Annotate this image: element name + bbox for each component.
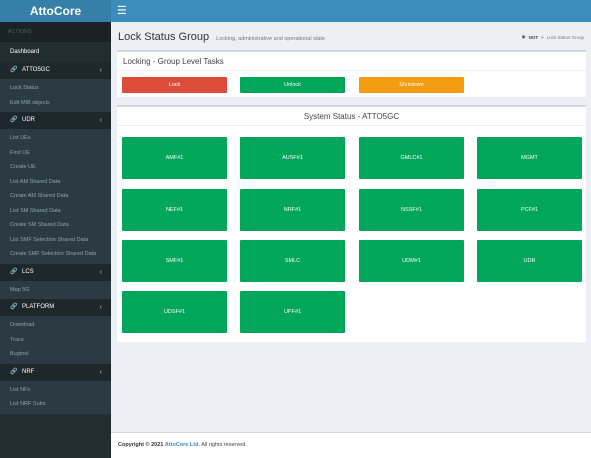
page-title: Lock Status Group Locking, administrativ… [118, 31, 325, 43]
breadcrumb-separator: > [541, 34, 544, 40]
status-tile[interactable]: NSSF#1 [359, 189, 464, 231]
footer-rights: All rights reserved. [201, 442, 247, 448]
sidebar-item-dashboard[interactable]: Dashboard [0, 42, 111, 62]
link-icon: 🔗 [10, 117, 18, 123]
sidebar-group-udr[interactable]: 🔗 UDR ‹ [0, 112, 111, 129]
sidebar-submenu-udr: List UEs Find UE Create UE List AM Share… [0, 129, 111, 264]
link-icon: 🔗 [10, 368, 18, 375]
footer: Copyright © 2021 AttoCore Ltd. All right… [111, 432, 591, 458]
sidebar-item-edit-mib-objects[interactable]: Edit MIB objects [0, 96, 111, 111]
sidebar-item-list-smf-selection-shared-data[interactable]: List SMF Selection Shared Data [0, 233, 111, 248]
sidebar-group-atto5gc[interactable]: 🔗 ATTO5GC ‹ [0, 62, 111, 79]
footer-company-link[interactable]: AttoCore Ltd. [165, 442, 200, 448]
status-tile[interactable]: AMF#1 [122, 137, 227, 179]
shutdown-button[interactable]: Shutdown [359, 77, 464, 93]
app-logo[interactable]: AttoCore [0, 0, 111, 22]
status-tile[interactable]: NEF#1 [122, 189, 227, 231]
chevron-left-icon: ‹ [99, 304, 102, 311]
sidebar-item-list-nfs[interactable]: List NFs [0, 383, 111, 398]
system-status-title: System Status - ATTO5GC [303, 112, 400, 121]
sidebar-item-list-am-shared-data[interactable]: List AM Shared Data [0, 175, 111, 190]
top-navbar: ☰ [111, 0, 591, 22]
sidebar-item-map-5g[interactable]: Map 5G [0, 283, 111, 298]
sidebar-submenu-platform: Download Trace Bugtool [0, 316, 111, 364]
status-tile[interactable]: UDR [477, 240, 582, 282]
sidebar-header: ACTIONS [0, 22, 111, 42]
sidebar-group-label: LCS [22, 268, 34, 275]
sidebar-item-download[interactable]: Download [0, 318, 111, 333]
sidebar-item-lock-status[interactable]: Lock Status [0, 81, 111, 96]
sidebar-submenu-lcs: Map 5G [0, 280, 111, 299]
divider [117, 125, 586, 126]
link-icon: 🔗 [10, 268, 18, 275]
sidebar-item-create-sm-shared-data[interactable]: Create SM Shared Data [0, 218, 111, 233]
status-tile[interactable]: UDSF#1 [122, 291, 227, 333]
breadcrumb: ◉ NOT > Lock Status Group [522, 34, 584, 40]
sidebar-submenu-atto5gc: Lock Status Edit MIB objects [0, 79, 111, 112]
unlock-button[interactable]: Unlock [240, 77, 345, 93]
status-tile[interactable]: GMLC#1 [359, 137, 464, 179]
sidebar-group-lcs[interactable]: 🔗 LCS ‹ [0, 263, 111, 281]
sidebar-group-label: NRF [22, 368, 35, 375]
status-tile[interactable]: UDM#1 [359, 240, 464, 282]
sidebar-item-find-ue[interactable]: Find UE [0, 146, 111, 161]
sidebar: ACTIONS Dashboard 🔗 ATTO5GC ‹ Lock Statu… [0, 22, 111, 458]
page-title-text: Lock Status Group [118, 31, 210, 43]
breadcrumb-home[interactable]: NOT [529, 35, 539, 40]
group-tasks-title: Locking - Group Level Tasks [123, 57, 224, 66]
sidebar-group-platform[interactable]: 🔗 PLATFORM ‹ [0, 299, 111, 316]
chevron-left-icon: ‹ [99, 117, 102, 124]
lock-button[interactable]: Lock [122, 77, 227, 93]
footer-copyright: Copyright © 2021 [118, 442, 164, 448]
sidebar-item-create-smf-selection-shared-data[interactable]: Create SMF Selection Shared Data [0, 247, 111, 262]
sidebar-group-label: PLATFORM [22, 304, 55, 310]
dashboard-icon: ◉ [521, 34, 526, 39]
chevron-left-icon: ‹ [99, 67, 102, 74]
system-status-box: System Status - ATTO5GC AMF#1 AUSF#1 GML… [117, 105, 586, 342]
chevron-left-icon: ‹ [99, 268, 102, 276]
status-tile[interactable]: SMLC [240, 240, 345, 282]
sidebar-item-create-ue[interactable]: Create UE [0, 160, 111, 175]
page-subtitle: Locking, administrative and operational … [216, 36, 326, 42]
status-tile[interactable]: SMF#1 [122, 240, 227, 282]
sidebar-submenu-nrf: List NFs List NRF Subs [0, 380, 111, 414]
sidebar-group-label: ATTO5GC [22, 67, 50, 73]
chevron-left-icon: ‹ [99, 368, 102, 376]
link-icon: 🔗 [10, 67, 18, 73]
status-tile[interactable]: NRF#1 [240, 189, 345, 231]
group-tasks-box: Locking - Group Level Tasks Lock Unlock … [117, 50, 586, 97]
sidebar-item-list-nrf-subs[interactable]: List NRF Subs [0, 397, 111, 412]
sidebar-item-list-ues[interactable]: List UEs [0, 131, 111, 146]
sidebar-item-trace[interactable]: Trace [0, 333, 111, 348]
sidebar-item-create-am-shared-data[interactable]: Create AM Shared Data [0, 189, 111, 204]
sidebar-item-list-sm-shared-data[interactable]: List SM Shared Data [0, 204, 111, 219]
divider [117, 70, 586, 71]
status-tile[interactable]: AUSF#1 [240, 137, 345, 179]
menu-toggle-icon[interactable]: ☰ [117, 5, 127, 17]
breadcrumb-current: Lock Status Group [546, 34, 584, 40]
content-header: Lock Status Group Locking, administrativ… [111, 22, 591, 50]
status-tile[interactable]: UPF#1 [240, 291, 345, 333]
status-tile[interactable]: MGMT [477, 137, 582, 179]
status-tile[interactable]: PCF#1 [477, 189, 582, 231]
sidebar-group-label: UDR [22, 117, 35, 123]
sidebar-group-nrf[interactable]: 🔗 NRF ‹ [0, 363, 111, 381]
link-icon: 🔗 [10, 304, 18, 310]
sidebar-item-bugtool[interactable]: Bugtool [0, 347, 111, 362]
